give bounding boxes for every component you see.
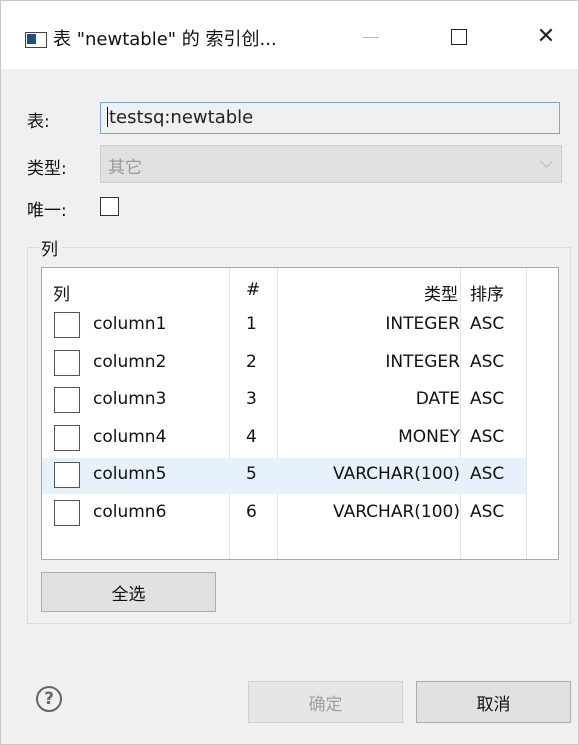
header-column[interactable]: 列	[53, 280, 70, 305]
header-number[interactable]: #	[246, 280, 260, 300]
row-column-type: MONEY	[398, 426, 460, 447]
window-app-icon	[25, 32, 47, 48]
unique-checkbox[interactable]	[100, 197, 119, 216]
row-column-order: ASC	[470, 314, 505, 334]
row-column-number: 4	[246, 426, 257, 447]
table-row[interactable]: column3 3 DATE ASC	[42, 383, 526, 419]
column-divider	[526, 268, 527, 559]
row-column-type: VARCHAR(100)	[333, 501, 460, 522]
row-checkbox[interactable]	[54, 387, 80, 413]
row-checkbox[interactable]	[54, 312, 80, 338]
minimize-button[interactable]	[349, 19, 393, 55]
cancel-button[interactable]: 取消	[416, 681, 571, 723]
type-select-value: 其它	[108, 158, 142, 178]
row-column-number: 1	[246, 314, 257, 334]
chevron-down-icon	[540, 155, 553, 168]
minimize-icon	[363, 36, 379, 38]
index-dialog: 表 "newtable" 的 索引创... ✕ 表: testsq:newtab…	[0, 0, 579, 745]
table-row[interactable]: column4 4 MONEY ASC	[42, 421, 526, 457]
window-title: 表 "newtable" 的 索引创...	[53, 29, 277, 50]
table-label: 表:	[27, 112, 50, 132]
help-icon[interactable]: ?	[36, 686, 62, 712]
header-type[interactable]: 类型	[424, 280, 458, 305]
row-column-type: DATE	[415, 389, 460, 409]
row-column-type: VARCHAR(100)	[333, 464, 460, 484]
ok-button[interactable]: 确定	[248, 681, 403, 723]
row-column-number: 2	[246, 351, 257, 372]
table-row[interactable]: column2 2 INTEGER ASC	[42, 346, 526, 382]
row-column-name: column5	[93, 464, 167, 484]
row-column-name: column2	[93, 351, 167, 372]
columns-group-title: 列	[39, 235, 62, 260]
select-all-button[interactable]: 全选	[41, 572, 216, 612]
row-column-order: ASC	[470, 501, 505, 522]
type-label: 类型:	[27, 159, 67, 179]
table-row[interactable]: column6 6 VARCHAR(100) ASC	[42, 496, 526, 532]
type-select[interactable]: 其它	[100, 145, 562, 183]
close-icon: ✕	[536, 24, 556, 49]
columns-table: 列 # 类型 排序 column1 1 INTEGER ASC column2 2 INTE…	[41, 267, 559, 560]
row-column-type: INTEGER	[385, 351, 460, 372]
maximize-icon	[451, 29, 467, 45]
row-column-number: 3	[246, 389, 257, 409]
row-column-order: ASC	[470, 351, 505, 372]
table-field[interactable]: testsq:newtable	[100, 102, 560, 134]
row-column-order: ASC	[470, 389, 505, 409]
header-order[interactable]: 排序	[470, 280, 504, 305]
table-row[interactable]: column1 1 INTEGER ASC	[42, 308, 526, 344]
row-column-name: column4	[93, 426, 167, 447]
row-column-order: ASC	[470, 426, 505, 447]
title-bar: 表 "newtable" 的 索引创... ✕	[1, 1, 578, 69]
row-column-name: column3	[93, 389, 167, 409]
maximize-button[interactable]	[437, 19, 481, 55]
row-checkbox[interactable]	[54, 499, 80, 526]
row-checkbox[interactable]	[54, 349, 80, 376]
table-row[interactable]: column5 5 VARCHAR(100) ASC	[42, 458, 526, 494]
row-checkbox[interactable]	[54, 424, 80, 451]
close-button[interactable]: ✕	[524, 19, 568, 55]
text-cursor	[107, 107, 108, 127]
table-field-value: testsq:newtable	[109, 107, 254, 128]
row-column-number: 6	[246, 501, 257, 522]
row-column-type: INTEGER	[385, 314, 460, 334]
unique-label: 唯一:	[27, 201, 67, 221]
row-checkbox[interactable]	[54, 462, 80, 488]
row-column-number: 5	[246, 464, 257, 484]
row-column-name: column6	[93, 501, 167, 522]
row-column-name: column1	[93, 314, 167, 334]
row-column-order: ASC	[470, 464, 505, 484]
